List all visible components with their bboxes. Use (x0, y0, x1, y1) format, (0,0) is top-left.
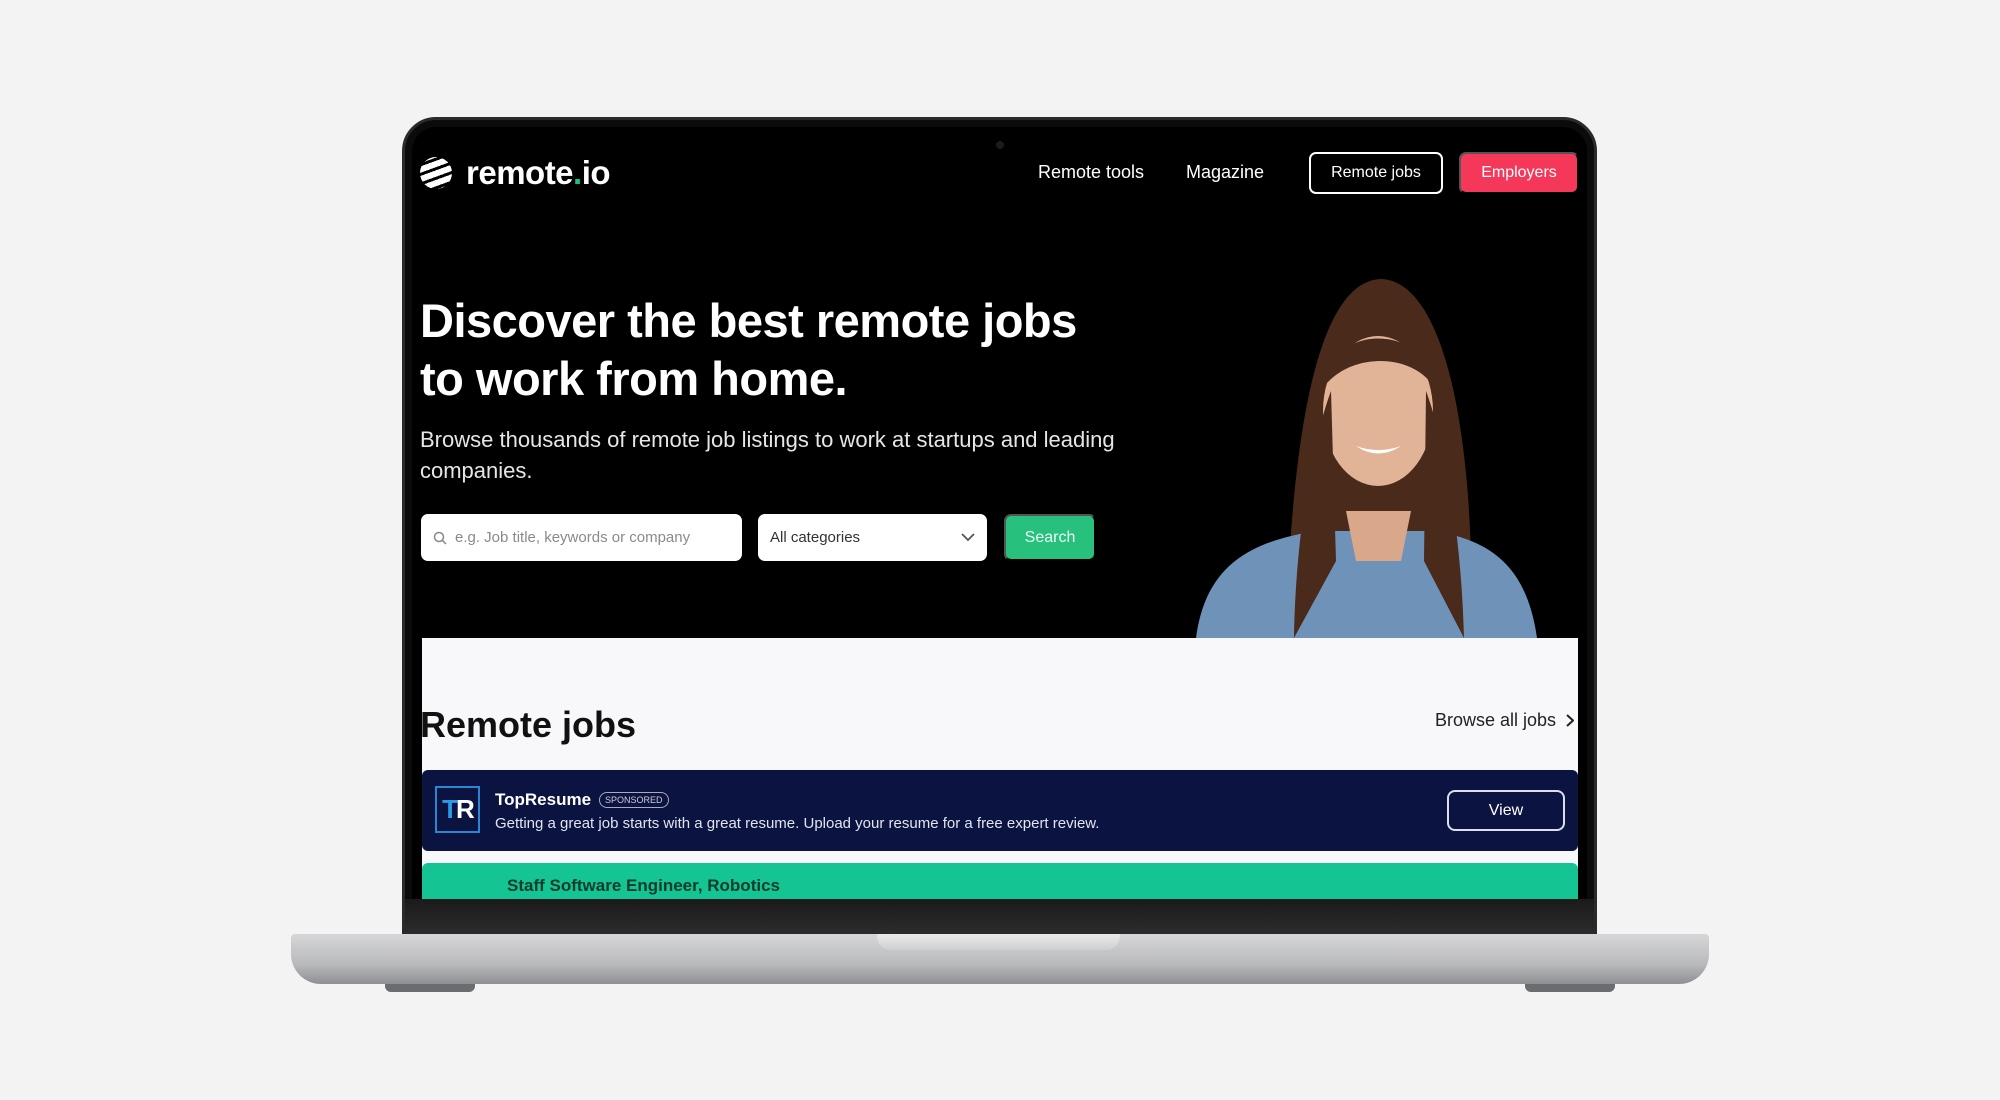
laptop-foot (385, 984, 475, 992)
view-button[interactable]: View (1447, 790, 1565, 831)
remote-jobs-button[interactable]: Remote jobs (1309, 152, 1443, 194)
job-title: Staff Software Engineer, Robotics (507, 876, 780, 895)
remote-jobs-section: Remote jobs Browse all jobs TR TopResume… (420, 638, 1578, 899)
hero-subtitle: Browse thousands of remote job listings … (420, 427, 1115, 483)
logo[interactable]: remote.io (420, 154, 611, 192)
search-input[interactable]: e.g. Job title, keywords or company (421, 514, 742, 561)
search-button[interactable]: Search (1004, 514, 1096, 561)
laptop-notch (877, 934, 1120, 950)
nav-remote-tools[interactable]: Remote tools (1038, 162, 1144, 183)
section-title: Remote jobs (420, 704, 637, 745)
laptop-chin (405, 899, 1594, 933)
job-listing[interactable]: Staff Software Engineer, Robotics (422, 863, 1578, 899)
browse-all-jobs-link[interactable]: Browse all jobs (1435, 710, 1574, 731)
sponsor-name: TopResume (495, 790, 592, 809)
logo-icon (420, 157, 452, 189)
sponsor-description: Getting a great job starts with a great … (495, 815, 1100, 832)
search-icon (433, 531, 447, 545)
hero-title: Discover the best remote jobs to work fr… (420, 294, 1077, 405)
chevron-right-icon (1566, 714, 1574, 727)
category-select[interactable]: All categories (758, 514, 987, 561)
laptop-screen: remote.io Remote tools Magazine Remote j… (412, 127, 1587, 899)
laptop-foot (1525, 984, 1615, 992)
topresume-logo: TR (435, 786, 480, 833)
camera (996, 141, 1004, 149)
chevron-down-icon (961, 533, 975, 542)
hero-woman-photo (1196, 279, 1537, 638)
employers-button[interactable]: Employers (1459, 152, 1579, 194)
sponsored-badge: SPONSORED (599, 792, 669, 808)
sponsored-banner[interactable]: TR TopResume SPONSORED Getting a great jo… (422, 770, 1578, 851)
nav-magazine[interactable]: Magazine (1186, 162, 1264, 183)
